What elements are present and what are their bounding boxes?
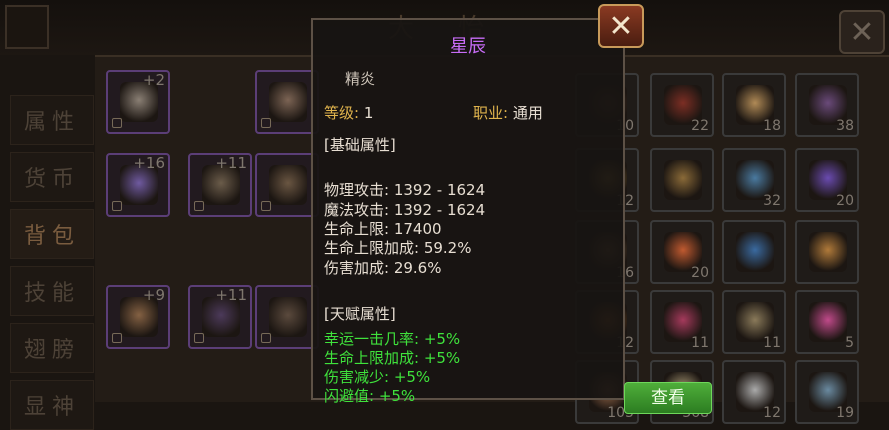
job-value: 通用 bbox=[512, 104, 543, 122]
equipment-slot[interactable]: +16 bbox=[106, 153, 170, 217]
level-value: 1 bbox=[363, 104, 374, 122]
bag-slot[interactable]: 22 bbox=[650, 73, 714, 137]
tab-1[interactable]: 货币 bbox=[10, 152, 94, 202]
item-name: 星辰 bbox=[450, 36, 486, 57]
item-icon bbox=[809, 232, 847, 272]
equipment-slot[interactable]: +9 bbox=[106, 285, 170, 349]
talent-stat: 生命上限加成: +5% bbox=[324, 349, 461, 367]
talent-stat: 伤害减少: +5% bbox=[324, 368, 431, 386]
level-row: 等级: 1 bbox=[324, 102, 373, 123]
equipment-slot[interactable]: +2 bbox=[106, 70, 170, 134]
talent-attributes-header: [天赋属性] bbox=[324, 305, 396, 323]
item-count: 22 bbox=[691, 118, 709, 134]
bag-slot[interactable] bbox=[795, 220, 859, 284]
item-count: 19 bbox=[836, 405, 854, 421]
item-count: 38 bbox=[836, 118, 854, 134]
level-label: 等级: bbox=[324, 104, 360, 122]
bag-slot[interactable]: 5 bbox=[795, 290, 859, 354]
item-count: 12 bbox=[763, 405, 781, 421]
item-icon bbox=[736, 232, 774, 272]
equipment-slot[interactable] bbox=[255, 70, 319, 134]
tab-4[interactable]: 翅膀 bbox=[10, 323, 94, 373]
tab-3[interactable]: 技能 bbox=[10, 266, 94, 316]
window-close-button[interactable]: ✕ bbox=[839, 10, 885, 54]
bag-slot[interactable]: 20 bbox=[795, 148, 859, 212]
enhance-level: +9 bbox=[142, 286, 165, 304]
equipment-slot[interactable] bbox=[255, 285, 319, 349]
bag-slot[interactable]: 19 bbox=[795, 360, 859, 424]
item-icon bbox=[664, 160, 702, 200]
lock-icon bbox=[194, 201, 204, 211]
lock-icon bbox=[261, 118, 271, 128]
tab-2[interactable]: 背包 bbox=[10, 209, 94, 259]
item-tooltip: 星辰 精炎 等级: 1 职业: 通用 [基础属性] 物理攻击: 1392 - 1… bbox=[311, 18, 625, 405]
tab-0[interactable]: 属性 bbox=[10, 95, 94, 145]
close-icon: ✕ bbox=[608, 8, 634, 44]
bag-slot[interactable] bbox=[650, 148, 714, 212]
item-count: 11 bbox=[763, 335, 781, 351]
bag-slot[interactable]: 38 bbox=[795, 73, 859, 137]
enhance-level: +11 bbox=[215, 154, 247, 172]
base-stat: 伤害加成: 29.6% bbox=[324, 259, 442, 277]
equipment-icon bbox=[269, 165, 307, 205]
bag-slot[interactable] bbox=[722, 220, 786, 284]
lock-icon bbox=[112, 333, 122, 343]
lock-icon bbox=[112, 201, 122, 211]
bag-slot[interactable]: 20 bbox=[650, 220, 714, 284]
equipment-slot[interactable] bbox=[255, 153, 319, 217]
equipment-slot[interactable]: +11 bbox=[188, 153, 252, 217]
enhance-level: +11 bbox=[215, 286, 247, 304]
corner-ornament bbox=[5, 5, 49, 49]
item-count: 5 bbox=[845, 335, 854, 351]
item-icon bbox=[809, 302, 847, 342]
enhance-level: +16 bbox=[133, 154, 165, 172]
item-count: 20 bbox=[691, 265, 709, 281]
lock-icon bbox=[194, 333, 204, 343]
bag-slot[interactable]: 18 bbox=[722, 73, 786, 137]
base-stat: 生命上限: 17400 bbox=[324, 220, 442, 238]
enhance-level: +2 bbox=[142, 71, 165, 89]
bag-slot[interactable]: 11 bbox=[650, 290, 714, 354]
base-attributes-header: [基础属性] bbox=[324, 136, 396, 154]
lock-icon bbox=[261, 333, 271, 343]
lock-icon bbox=[261, 201, 271, 211]
close-icon: ✕ bbox=[849, 14, 875, 50]
job-label: 职业: bbox=[473, 104, 509, 122]
bag-slot[interactable]: 32 bbox=[722, 148, 786, 212]
view-button[interactable]: 查看 bbox=[624, 382, 712, 414]
item-count: 20 bbox=[836, 193, 854, 209]
bag-slot[interactable]: 12 bbox=[722, 360, 786, 424]
equipment-icon bbox=[269, 297, 307, 337]
item-count: 32 bbox=[763, 193, 781, 209]
talent-stat: 幸运一击几率: +5% bbox=[324, 330, 461, 348]
tooltip-close-button[interactable]: ✕ bbox=[598, 4, 644, 48]
tab-5[interactable]: 显神 bbox=[10, 380, 94, 430]
equipment-icon bbox=[269, 82, 307, 122]
item-count: 11 bbox=[691, 335, 709, 351]
item-count: 18 bbox=[763, 118, 781, 134]
base-stat: 魔法攻击: 1392 - 1624 bbox=[324, 201, 486, 219]
talent-stat: 闪避值: +5% bbox=[324, 387, 416, 405]
bag-slot[interactable]: 11 bbox=[722, 290, 786, 354]
lock-icon bbox=[112, 118, 122, 128]
job-row: 职业: 通用 bbox=[473, 102, 543, 123]
base-stat: 生命上限加成: 59.2% bbox=[324, 239, 472, 257]
item-subtitle: 精炎 bbox=[345, 70, 376, 88]
base-stat: 物理攻击: 1392 - 1624 bbox=[324, 181, 486, 199]
equipment-slot[interactable]: +11 bbox=[188, 285, 252, 349]
